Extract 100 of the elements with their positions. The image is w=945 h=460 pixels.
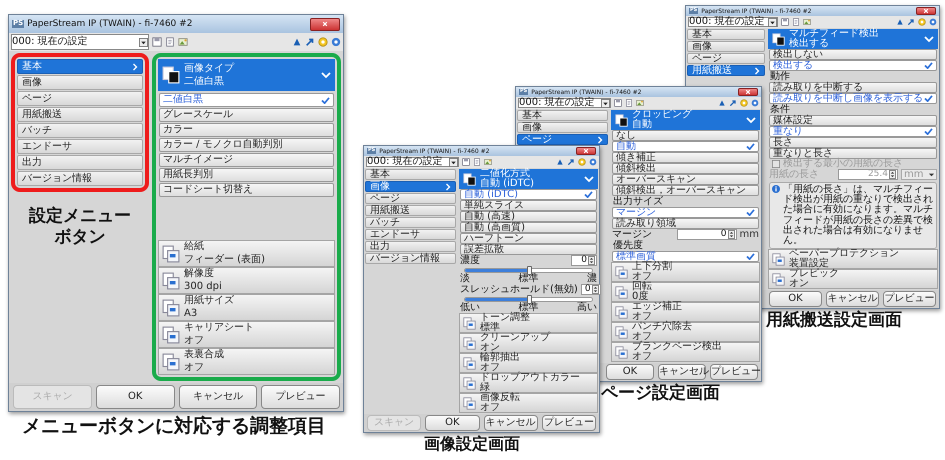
dialog-button[interactable]: プレビュー	[883, 291, 936, 308]
setting-button[interactable]: ペーパープロテクション 装置設定	[768, 249, 938, 270]
option-button[interactable]: 媒体設定	[769, 115, 937, 126]
option-button[interactable]: 自動 (高速)	[460, 211, 597, 222]
setting-button[interactable]: エッジ補正 オフ	[611, 302, 760, 322]
save-icon[interactable]	[462, 158, 470, 166]
number-field[interactable]: 0	[676, 229, 737, 240]
setting-button[interactable]: トーン調整 標準	[459, 313, 598, 333]
menu-button[interactable]: 画像	[517, 122, 608, 133]
option-button[interactable]: 誤差拡散	[460, 244, 597, 255]
setting-header[interactable]: 二値化方式 自動 (iDTC)	[459, 169, 598, 189]
option-button[interactable]: カラー	[159, 123, 334, 137]
dialog-button[interactable]: キャンセル	[484, 415, 538, 431]
menu-button[interactable]: 基本	[17, 59, 143, 74]
option-button[interactable]: 読み取りを中断し画像を表示する	[769, 93, 937, 104]
option-button[interactable]: 重なり	[769, 126, 937, 137]
close-button[interactable]	[738, 88, 758, 96]
menu-button[interactable]: バッチ	[17, 123, 143, 138]
document-icon[interactable]	[792, 18, 800, 26]
arrow-icon[interactable]	[729, 99, 737, 107]
setting-button[interactable]: 上下分割 オフ	[611, 262, 760, 282]
option-button[interactable]: 重なりと長さ	[769, 148, 937, 159]
menu-button[interactable]: バージョン情報	[17, 171, 143, 186]
menu-button[interactable]: ページ	[517, 134, 608, 145]
profile-dropdown[interactable]: 000: 現在の設定	[688, 17, 778, 27]
menu-button[interactable]: 基本	[517, 110, 608, 121]
option-button[interactable]: 二値白黒	[159, 93, 334, 107]
option-button[interactable]: 標準画質	[612, 251, 759, 262]
setting-button[interactable]: 回転 0度	[611, 282, 760, 302]
profile-dropdown[interactable]: 000: 現在の設定	[11, 34, 149, 50]
setting-button[interactable]: 給紙 フィーダー (表面)	[158, 240, 335, 267]
close-button[interactable]	[576, 147, 596, 155]
menu-button[interactable]: 出力	[365, 241, 456, 252]
arrow-icon[interactable]	[305, 37, 315, 47]
settings-icon[interactable]	[578, 158, 586, 166]
option-button[interactable]: カラー / モノクロ自動判別	[159, 138, 334, 152]
save-icon[interactable]	[152, 37, 162, 47]
setting-header[interactable]: クロッピング 自動	[611, 110, 760, 130]
profile-dropdown[interactable]: 000: 現在の設定	[518, 98, 611, 108]
setting-button[interactable]: 解像度 300 dpi	[158, 267, 335, 294]
menu-button[interactable]: エンドーサ	[365, 229, 456, 240]
save-icon[interactable]	[614, 99, 622, 107]
arrow-icon[interactable]	[567, 158, 575, 166]
dialog-button[interactable]: キャンセル	[826, 291, 879, 308]
dialog-button[interactable]: プレビュー	[710, 364, 758, 380]
setting-button[interactable]: 表裏合成 オフ	[158, 348, 335, 375]
document-icon[interactable]	[165, 37, 175, 47]
document-icon[interactable]	[625, 99, 633, 107]
option-button[interactable]: 自動 (高画質)	[460, 222, 597, 233]
close-button[interactable]	[310, 18, 340, 30]
menu-button[interactable]: ページ	[365, 193, 456, 204]
setting-button[interactable]: パンチ穴除去 オフ	[611, 322, 760, 342]
slider-thumb[interactable]	[526, 295, 532, 304]
setting-button[interactable]: キャリアシート オフ	[158, 321, 335, 348]
setting-button[interactable]: プレピック オン	[768, 269, 938, 290]
menu-button[interactable]: 基本	[365, 169, 456, 180]
number-field[interactable]: 0	[571, 255, 597, 266]
save-icon[interactable]	[781, 18, 789, 26]
number-field[interactable]: 0	[580, 284, 601, 295]
option-button[interactable]: オーバースキャン	[612, 174, 759, 185]
menu-button[interactable]: 画像	[687, 41, 765, 52]
menu-button[interactable]: 画像	[17, 75, 143, 90]
option-button[interactable]: 検出する	[769, 60, 937, 71]
spinner-icon[interactable]	[728, 230, 735, 239]
menu-button[interactable]: 基本	[687, 29, 765, 40]
option-button[interactable]: グレースケール	[159, 108, 334, 122]
image-icon[interactable]	[636, 99, 644, 107]
option-button[interactable]: コードシート切替え	[159, 183, 334, 197]
menu-button[interactable]: ページ	[687, 53, 765, 64]
profile-dropdown[interactable]: 000: 現在の設定	[366, 157, 459, 167]
menu-button[interactable]: バージョン情報	[365, 253, 456, 264]
menu-button[interactable]: 用紙搬送	[687, 65, 765, 76]
dialog-button[interactable]: OK	[606, 364, 654, 380]
arrow-icon[interactable]	[907, 18, 915, 26]
dialog-button[interactable]: OK	[96, 385, 175, 409]
image-icon[interactable]	[803, 18, 811, 26]
settings-icon[interactable]	[318, 37, 328, 47]
option-button[interactable]: ハーフトーン	[460, 233, 597, 244]
dialog-button[interactable]: プレビュー	[542, 415, 596, 431]
settings-icon[interactable]	[740, 99, 748, 107]
setting-button[interactable]: 画像反転 オフ	[459, 393, 598, 413]
option-button[interactable]: 自動	[612, 141, 759, 152]
option-button[interactable]: 検出しない	[769, 49, 937, 60]
dialog-button[interactable]: OK	[769, 291, 822, 308]
spinner-icon[interactable]	[588, 256, 595, 265]
option-button[interactable]: 傾斜検出，オーバースキャン	[612, 185, 759, 196]
dialog-button[interactable]: キャンセル	[178, 385, 258, 409]
option-button[interactable]: マルチイメージ	[159, 153, 334, 167]
menu-button[interactable]: 用紙搬送	[365, 205, 456, 216]
dialog-button[interactable]: プレビュー	[261, 385, 340, 409]
settings-icon[interactable]	[918, 18, 926, 26]
document-icon[interactable]	[473, 158, 481, 166]
option-button[interactable]: なし	[612, 130, 759, 141]
option-button[interactable]: 傾斜検出	[612, 163, 759, 174]
setting-button[interactable]: 用紙サイズ A3	[158, 294, 335, 321]
menu-button[interactable]: エンドーサ	[17, 139, 143, 154]
option-button[interactable]: マージン	[612, 207, 759, 218]
setting-button[interactable]: 輪郭抽出 オフ	[459, 353, 598, 373]
menu-button[interactable]: 用紙搬送	[17, 107, 143, 122]
option-button[interactable]: 読み取り領域	[612, 218, 759, 229]
